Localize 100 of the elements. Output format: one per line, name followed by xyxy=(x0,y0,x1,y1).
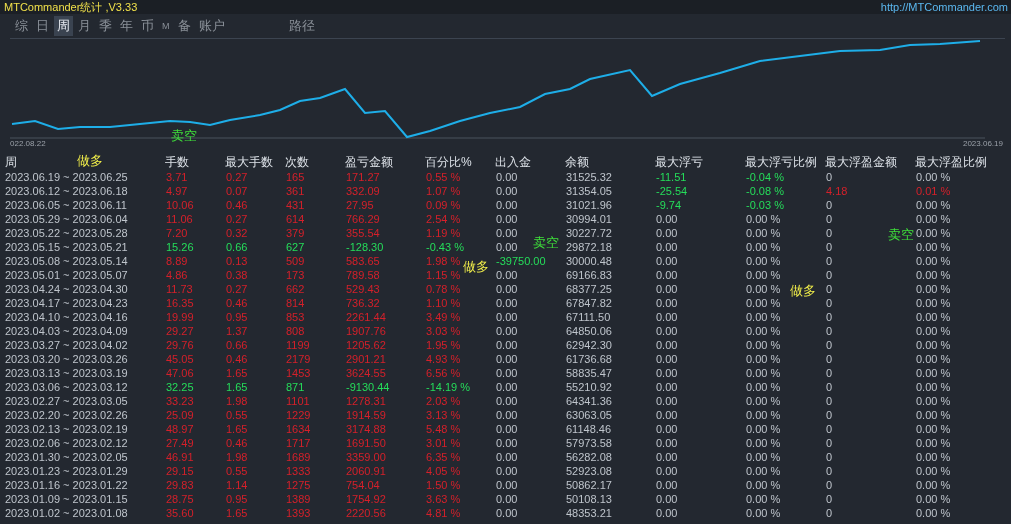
table-cell: 57973.58 xyxy=(565,436,612,450)
tab[interactable]: 账户 xyxy=(195,16,228,36)
table-cell: 0.00 xyxy=(655,422,678,436)
table-cell: 0.00 % xyxy=(915,338,951,352)
table-cell: 2023.04.03 ~ 2023.04.09 xyxy=(5,324,128,338)
table-cell: 0.00 % xyxy=(915,450,951,464)
table-cell: 1.07 % xyxy=(425,184,461,198)
window-title: MTCommander统计 ,V3.33 xyxy=(4,0,138,15)
table-cell: 2060.91 xyxy=(345,464,386,478)
table-cell: 0.00 xyxy=(495,478,518,492)
table-cell: 0.00 % xyxy=(745,310,781,324)
table-cell: 2023.04.10 ~ 2023.04.16 xyxy=(5,310,128,324)
tab[interactable]: 季 xyxy=(96,16,115,36)
table-cell: 0 xyxy=(825,422,833,436)
table-cell: 29872.18 xyxy=(565,240,612,254)
table-cell: 0.00 % xyxy=(915,282,951,296)
table-cell: 1.50 % xyxy=(425,478,461,492)
table-cell: 3.63 % xyxy=(425,492,461,506)
table-cell: 63063.05 xyxy=(565,408,612,422)
table-cell: 3.03 % xyxy=(425,324,461,338)
table-cell: 0 xyxy=(825,492,833,506)
table-cell: 0.00 % xyxy=(745,352,781,366)
table-cell: 6.56 % xyxy=(425,366,461,380)
table-cell: 0.00 xyxy=(655,352,678,366)
table-cell: 7.20 xyxy=(165,226,188,240)
column-header: 盈亏金额 xyxy=(345,155,393,170)
table-cell: 0.78 % xyxy=(425,282,461,296)
table-cell: 0.00 xyxy=(655,492,678,506)
table-cell: 0.00 % xyxy=(915,254,951,268)
column-header: 最大手数 xyxy=(225,155,273,170)
table-cell: 0.00 xyxy=(655,366,678,380)
tab[interactable]: 周 xyxy=(54,16,73,36)
table-cell: 0.00 xyxy=(495,212,518,226)
column-header: 最大浮盈比例 xyxy=(915,155,987,170)
table-cell: 67111.50 xyxy=(565,310,611,324)
table-cell: 1691.50 xyxy=(345,436,386,450)
table-cell: 28.75 xyxy=(165,492,194,506)
table-cell: 48353.21 xyxy=(565,506,612,520)
table-cell: 61148.46 xyxy=(565,422,612,436)
table-cell: 2023.02.27 ~ 2023.03.05 xyxy=(5,394,128,408)
table-cell: 2023.01.23 ~ 2023.01.29 xyxy=(5,464,128,478)
table-cell: 171.27 xyxy=(345,170,380,184)
table-cell: 614 xyxy=(285,212,305,226)
tab[interactable]: 路径 xyxy=(285,16,318,36)
table-cell: -0.43 % xyxy=(425,240,464,254)
table-cell: 0.00 xyxy=(495,492,518,506)
table-cell: 0 xyxy=(825,324,833,338)
table-cell: 0.00 xyxy=(655,212,678,226)
table-cell: 50108.13 xyxy=(565,492,612,506)
table-cell: 0.00 % xyxy=(745,394,781,408)
tab[interactable]: 综 xyxy=(12,16,31,36)
table-cell: -14.19 % xyxy=(425,380,471,394)
table-cell: 1.19 % xyxy=(425,226,461,240)
column-header: 出入金 xyxy=(495,155,531,170)
table-cell: 0.00 % xyxy=(915,352,951,366)
table-cell: 4.93 % xyxy=(425,352,461,366)
table-cell: 1453 xyxy=(285,366,311,380)
table-cell: -39750.00 xyxy=(495,254,546,268)
table-cell: 2023.01.02 ~ 2023.01.08 xyxy=(5,506,128,520)
table-cell: 31021.96 xyxy=(565,198,612,212)
table-cell: 0.46 xyxy=(225,198,248,212)
table-cell: 0.46 xyxy=(225,296,248,310)
table-cell: 627 xyxy=(285,240,305,254)
table-cell: 2023.02.13 ~ 2023.02.19 xyxy=(5,422,128,436)
trade-marker: 做多 xyxy=(77,154,103,168)
table-cell: 2901.21 xyxy=(345,352,386,366)
table-cell: -128.30 xyxy=(345,240,384,254)
table-cell: 165 xyxy=(285,170,305,184)
table-cell: 0 xyxy=(825,478,833,492)
table-cell: 3.13 % xyxy=(425,408,461,422)
trade-marker: 卖空 xyxy=(888,228,914,242)
tab[interactable]: 年 xyxy=(117,16,136,36)
table-cell: 0.00 % xyxy=(745,478,781,492)
table-cell: 0.46 xyxy=(225,352,248,366)
table-cell: 0.00 xyxy=(495,324,518,338)
trade-marker: 卖空 xyxy=(533,236,559,250)
table-cell: 0.00 % xyxy=(915,170,951,184)
table-cell: 69166.83 xyxy=(565,268,612,282)
table-cell: 32.25 xyxy=(165,380,194,394)
table-cell: 0.13 xyxy=(225,254,248,268)
table-cell: 64850.06 xyxy=(565,324,612,338)
website-link[interactable]: http://MTCommander.com xyxy=(880,1,1008,13)
table-cell: 1.14 xyxy=(225,478,248,492)
tab[interactable]: 日 xyxy=(33,16,52,36)
tab[interactable]: 币 xyxy=(138,16,157,36)
axis-label: 2023.06.19 xyxy=(962,139,1003,148)
table-cell: 31525.32 xyxy=(565,170,612,184)
table-cell: 2023.03.20 ~ 2023.03.26 xyxy=(5,352,128,366)
column-header: 手数 xyxy=(165,155,189,170)
table-cell: 0.46 xyxy=(225,436,248,450)
table-cell: 3.01 % xyxy=(425,436,461,450)
tab[interactable]: 月 xyxy=(75,16,94,36)
table-cell: 379 xyxy=(285,226,305,240)
table-cell: 29.27 xyxy=(165,324,194,338)
table-cell: 0.00 xyxy=(655,296,678,310)
table-cell: 0.00 % xyxy=(915,226,951,240)
table-cell: -0.08 % xyxy=(745,184,784,198)
table-cell: 16.35 xyxy=(165,296,194,310)
tab[interactable]: M xyxy=(159,16,173,36)
tab[interactable]: 备 xyxy=(174,16,194,36)
